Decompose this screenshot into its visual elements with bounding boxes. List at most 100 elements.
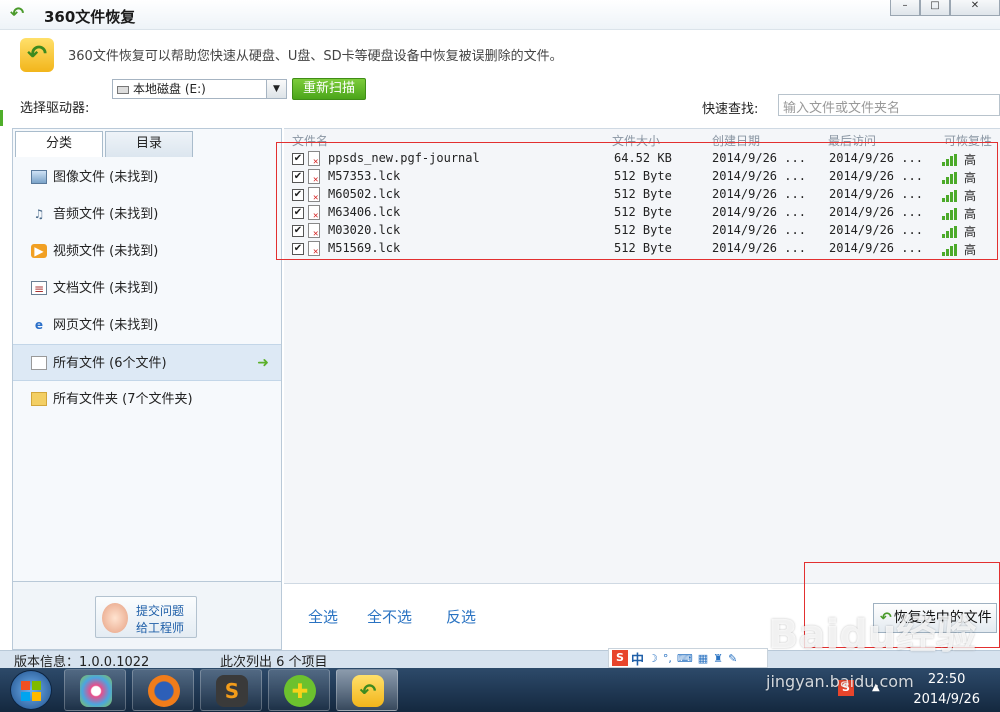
title-bar: ↶ 360文件恢复 – □ ✕ [0,0,1000,30]
wrench-icon[interactable]: ✎ [728,652,737,665]
select-all-link[interactable]: 全选 [308,606,338,627]
taskbar-app-360[interactable]: ✚ [268,669,330,711]
document-icon: ≡ [31,281,47,296]
deleted-file-icon [308,241,320,257]
category-item-web[interactable]: e 网页文件 (未找到) [13,307,281,344]
video-icon: ▶ [31,244,47,258]
col-size[interactable]: 文件大小 [612,132,660,149]
search-label: 快速查找: [702,102,759,117]
col-recoverability[interactable]: 可恢复性 [944,132,992,149]
sogou-ime-icon[interactable]: S [612,650,628,666]
taskbar-app-firefox[interactable] [132,669,194,711]
windows-logo-icon [32,681,41,690]
windows-logo-icon [21,692,30,701]
file-created: 2014/9/26 ... [712,151,806,165]
col-created[interactable]: 创建日期 [712,132,760,149]
chevron-down-icon[interactable]: ▼ [266,80,286,98]
deleted-file-icon [308,187,320,203]
file-list: 文件名 文件大小 创建日期 最后访问 可恢复性 ✔ ppsds_new.pgf-… [284,128,1000,583]
signal-bars-icon [942,172,958,184]
help-line1: 提交问题 [136,604,185,618]
sublime-icon: S [216,675,248,707]
file-name: M03020.lck [328,223,401,237]
col-name[interactable]: 文件名 [292,132,328,149]
file-size: 512 Byte [614,187,672,201]
restore-selected-button[interactable]: ↶ 恢复选中的文件 [873,603,997,633]
row-checkbox[interactable]: ✔ [292,171,304,183]
tab-category[interactable]: 分类 [15,131,103,157]
disk-icon [117,85,129,94]
restore-arrow-icon: ↶ [880,610,892,626]
grid-icon[interactable]: ▦ [698,652,708,665]
sogou-tray-icon[interactable]: S [838,680,854,696]
web-icon: e [34,318,44,332]
drive-select[interactable]: 本地磁盘 (E:) ▼ [112,79,287,99]
category-item-all-files[interactable]: 所有文件 (6个文件) ➜ [13,344,281,381]
row-checkbox[interactable]: ✔ [292,243,304,255]
row-checkbox[interactable]: ✔ [292,207,304,219]
minimize-button[interactable]: – [890,0,920,16]
table-row[interactable]: ✔ M63406.lck 512 Byte 2014/9/26 ... 2014… [284,204,1000,222]
row-checkbox[interactable]: ✔ [292,189,304,201]
drive-value: 本地磁盘 (E:) [133,82,206,96]
maximize-button[interactable]: □ [920,0,950,16]
taskbar-app-colors[interactable] [64,669,126,711]
taskbar-app-file-recovery[interactable]: ↶ [336,669,398,711]
ask-engineer-button[interactable]: 提交问题 给工程师 [95,596,197,638]
category-label: 文档文件 (未找到) [53,281,159,296]
invert-selection-link[interactable]: 反选 [446,606,476,627]
file-accessed: 2014/9/26 ... [829,241,923,255]
chevron-up-icon[interactable]: ▲ [872,682,880,693]
start-button[interactable] [10,670,52,710]
punctuation-icon[interactable]: °, [663,652,672,665]
select-none-link[interactable]: 全不选 [367,606,412,627]
file-size: 512 Byte [614,223,672,237]
clock[interactable]: 22:50 2014/9/26 [913,670,980,710]
arrow-right-icon: ➜ [257,355,269,371]
row-checkbox[interactable]: ✔ [292,153,304,165]
file-recoverability: 高 [964,207,977,221]
signal-bars-icon [942,226,958,238]
colorful-app-icon [80,675,112,707]
panel-tabs: 分类 目录 [15,131,193,157]
moon-icon[interactable]: ☽ [648,652,658,665]
file-created: 2014/9/26 ... [712,223,806,237]
category-item-images[interactable]: 图像文件 (未找到) [13,159,281,196]
file-name: M51569.lck [328,241,401,255]
ime-toolbar[interactable]: S 中 ☽ °, ⌨ ▦ ♜ ✎ [608,648,768,668]
ime-mode[interactable]: 中 [631,649,644,668]
table-row[interactable]: ✔ M03020.lck 512 Byte 2014/9/26 ... 2014… [284,222,1000,240]
category-item-audio[interactable]: ♫ 音频文件 (未找到) [13,196,281,233]
window-controls: – □ ✕ [890,0,1000,16]
table-row[interactable]: ✔ M60502.lck 512 Byte 2014/9/26 ... 2014… [284,186,1000,204]
category-item-all-folders[interactable]: 所有文件夹 (7个文件夹) [13,381,281,418]
file-recoverability: 高 [964,225,977,239]
deleted-file-icon [308,205,320,221]
category-item-documents[interactable]: ≡ 文档文件 (未找到) [13,270,281,307]
app-back-arrow-icon[interactable]: ↶ [10,4,30,24]
table-row[interactable]: ✔ ppsds_new.pgf-journal 64.52 KB 2014/9/… [284,150,1000,168]
category-item-video[interactable]: ▶ 视频文件 (未找到) [13,233,281,270]
tab-directory[interactable]: 目录 [105,131,193,157]
restore-logo-icon: ↶ [20,38,54,72]
help-area: 提交问题 给工程师 [13,581,281,649]
search-input[interactable]: 输入文件或文件夹名 [778,94,1000,116]
category-label: 所有文件 (6个文件) [53,356,167,371]
table-row[interactable]: ✔ M57353.lck 512 Byte 2014/9/26 ... 2014… [284,168,1000,186]
table-row[interactable]: ✔ M51569.lck 512 Byte 2014/9/26 ... 2014… [284,240,1000,258]
restore-logo-icon: ↶ [352,675,384,707]
music-icon: ♫ [33,207,45,221]
clock-time: 22:50 [927,672,966,687]
taskbar-app-sublime[interactable]: S [200,669,262,711]
keyboard-icon[interactable]: ⌨ [677,652,693,665]
signal-bars-icon [942,208,958,220]
category-label: 所有文件夹 (7个文件夹) [53,392,193,407]
rescan-button[interactable]: 重新扫描 [292,78,366,100]
category-label: 视频文件 (未找到) [53,244,159,259]
file-accessed: 2014/9/26 ... [829,205,923,219]
col-accessed[interactable]: 最后访问 [828,132,876,149]
close-button[interactable]: ✕ [950,0,1000,16]
signal-bars-icon [942,190,958,202]
row-checkbox[interactable]: ✔ [292,225,304,237]
shirt-icon[interactable]: ♜ [713,652,723,665]
